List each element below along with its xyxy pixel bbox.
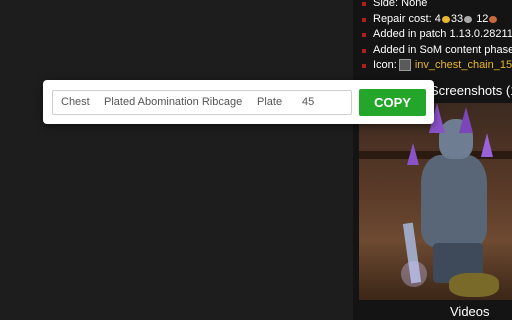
- bullet-icon: [362, 33, 366, 38]
- field-level: 45: [302, 96, 315, 108]
- info-repair-cost: Repair cost: 4 33 12: [362, 12, 512, 28]
- ground: [449, 273, 499, 297]
- field-armor-type: Plate: [257, 96, 283, 108]
- field-item-name: Plated Abomination Ribcage: [104, 96, 243, 108]
- repair-gold: 4: [434, 12, 441, 25]
- item-icon-thumbnail[interactable]: [398, 59, 411, 72]
- silver-coin-icon: [464, 15, 473, 23]
- copy-text-field[interactable]: Chest Plated Abomination Ribcage Plate 4…: [52, 90, 352, 115]
- armor-spike: [481, 133, 493, 157]
- icon-label: Icon:: [373, 59, 397, 72]
- armor-spike: [407, 143, 419, 165]
- bullet-icon: [362, 64, 366, 69]
- repair-copper: 12: [476, 12, 489, 25]
- armor-body: [421, 155, 487, 247]
- copy-button[interactable]: COPY: [359, 89, 426, 116]
- field-slot: Chest: [61, 96, 90, 108]
- repair-cost-label: Repair cost:: [373, 12, 435, 25]
- weapon-glow: [401, 261, 427, 287]
- info-added-content: Added in SoM content phase: [362, 43, 512, 59]
- icon-name-link[interactable]: inv_chest_chain_15: [415, 59, 512, 71]
- info-added-patch: Added in patch 1.13.0.28211: [362, 27, 512, 43]
- added-patch-text: Added in patch 1.13.0.28211: [373, 28, 512, 41]
- bullet-icon: [362, 17, 366, 22]
- info-icon: Icon: inv_chest_chain_15: [362, 58, 512, 74]
- side-text: Side: None: [373, 0, 428, 9]
- bullet-icon: [362, 48, 366, 53]
- item-screenshot[interactable]: [359, 103, 512, 300]
- screenshots-heading: Screenshots (1: [430, 83, 512, 98]
- info-side: Side: None: [362, 0, 512, 12]
- bullet-icon: [362, 2, 366, 6]
- copper-coin-icon: [489, 15, 498, 23]
- videos-heading: Videos: [450, 304, 490, 319]
- copy-popup: Chest Plated Abomination Ribcage Plate 4…: [43, 80, 434, 124]
- repair-silver: 33: [450, 12, 464, 25]
- added-content-text: Added in SoM content phase: [373, 43, 512, 56]
- item-info-list: Side: None Repair cost: 4 33 12 Added in …: [362, 0, 512, 74]
- gold-coin-icon: [441, 15, 450, 23]
- armor-spike: [459, 107, 473, 133]
